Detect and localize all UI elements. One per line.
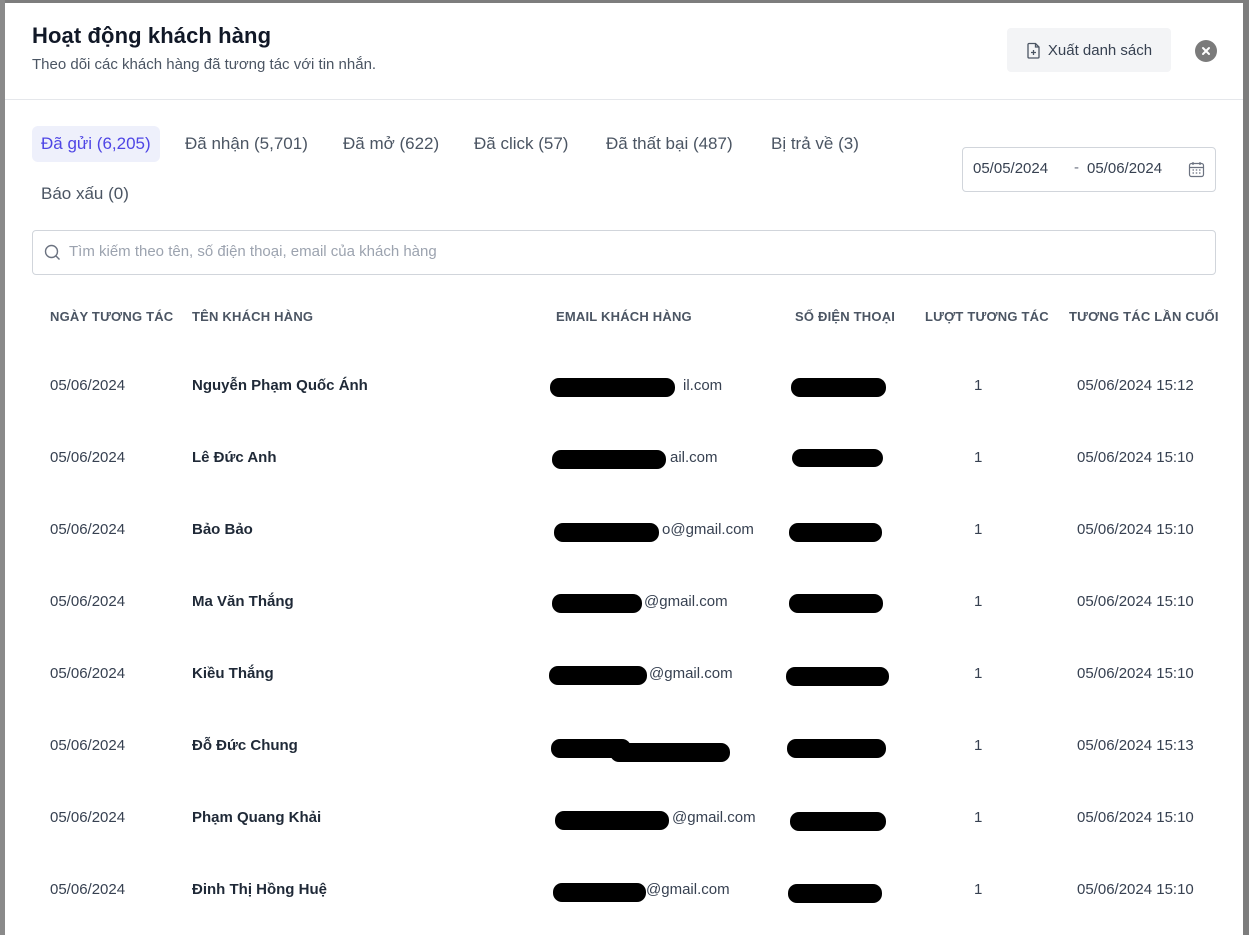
table-row[interactable]: 05/06/2024 Đỗ Đức Chung 1 05/06/2024 15:…: [32, 710, 1214, 782]
redaction-mark: [789, 594, 883, 613]
table-row[interactable]: 05/06/2024 Kiều Thắng @gmail.com 1 05/06…: [32, 638, 1214, 710]
date-from[interactable]: 05/05/2024: [973, 160, 1048, 177]
close-icon: [1202, 47, 1210, 55]
redaction-mark: [553, 883, 646, 902]
redaction-mark: [790, 812, 886, 831]
interaction-count: 1: [974, 809, 983, 826]
redaction-mark: [788, 884, 882, 903]
table-row[interactable]: 05/06/2024 Đinh Thị Hồng Huệ @gmail.com …: [32, 854, 1214, 926]
redaction-mark: [555, 811, 669, 830]
redaction-mark: [554, 523, 659, 542]
interaction-count: 1: [974, 737, 983, 754]
interaction-count: 1: [974, 449, 983, 466]
redaction-mark: [791, 378, 886, 397]
tab-received[interactable]: Đã nhận (5,701): [176, 126, 317, 162]
interaction-date: 05/06/2024: [50, 449, 126, 466]
column-header-date: NGÀY TƯƠNG TÁC: [50, 309, 174, 324]
last-interaction: 05/06/2024 15:10: [1077, 521, 1194, 538]
last-interaction: 05/06/2024 15:12: [1077, 377, 1194, 394]
date-separator: -: [1074, 159, 1079, 176]
modal-title: Hoạt động khách hàng: [32, 23, 272, 48]
modal-header: Hoạt động khách hàng Theo dõi các khách …: [5, 3, 1243, 100]
tab-failed[interactable]: Đã thất bại (487): [597, 126, 742, 162]
interaction-count: 1: [974, 665, 983, 682]
redaction-mark: [792, 449, 883, 467]
customer-name: Nguyễn Phạm Quốc Ánh: [192, 377, 368, 394]
redaction-mark: [786, 667, 889, 686]
date-to[interactable]: 05/06/2024: [1087, 160, 1162, 177]
customer-email: ail.com: [670, 449, 718, 466]
interaction-date: 05/06/2024: [50, 809, 126, 826]
customer-name: Phạm Quang Khải: [192, 809, 322, 826]
interaction-date: 05/06/2024: [50, 521, 126, 538]
interaction-count: 1: [974, 881, 983, 898]
last-interaction: 05/06/2024 15:10: [1077, 809, 1194, 826]
customer-email: o@gmail.com: [662, 521, 754, 538]
interaction-date: 05/06/2024: [50, 377, 126, 394]
customer-email: il.com: [683, 377, 723, 394]
table-row[interactable]: 05/06/2024 Ma Văn Thắng @gmail.com 1 05/…: [32, 566, 1214, 638]
interaction-date: 05/06/2024: [50, 665, 126, 682]
column-header-count: LƯỢT TƯƠNG TÁC: [925, 309, 1049, 324]
redaction-mark: [789, 523, 882, 542]
last-interaction: 05/06/2024 15:13: [1077, 737, 1194, 754]
tab-sent[interactable]: Đã gửi (6,205): [32, 126, 160, 162]
table-row[interactable]: 05/06/2024 Nguyễn Phạm Quốc Ánh il.com 1…: [32, 350, 1214, 422]
modal-subtitle: Theo dõi các khách hàng đã tương tác với…: [32, 56, 377, 73]
search-icon: [44, 244, 60, 260]
customer-email: @gmail.com: [649, 665, 733, 682]
column-header-email: EMAIL KHÁCH HÀNG: [556, 309, 692, 324]
search-input[interactable]: [69, 231, 1199, 272]
customer-name: Đinh Thị Hồng Huệ: [192, 881, 327, 898]
redaction-mark: [549, 666, 647, 685]
table-row[interactable]: 05/06/2024 Lê Đức Anh ail.com 1 05/06/20…: [32, 422, 1214, 494]
redaction-mark: [610, 743, 730, 762]
table-row[interactable]: 05/06/2024 Phạm Quang Khải @gmail.com 1 …: [32, 782, 1214, 854]
file-export-icon: [1027, 42, 1040, 59]
export-list-label: Xuất danh sách: [1047, 41, 1153, 59]
customer-name: Kiều Thắng: [192, 665, 274, 682]
export-list-button[interactable]: Xuất danh sách: [1007, 28, 1171, 72]
redaction-mark: [552, 594, 642, 613]
column-header-last-interaction: TƯƠNG TÁC LẦN CUỐI: [1069, 309, 1219, 324]
customer-name: Ma Văn Thắng: [192, 593, 294, 610]
table-row[interactable]: 05/06/2024 Bảo Bảo o@gmail.com 1 05/06/2…: [32, 494, 1214, 566]
redaction-mark: [787, 739, 886, 758]
column-header-name: TÊN KHÁCH HÀNG: [192, 309, 314, 324]
date-range-picker[interactable]: 05/05/2024 - 05/06/2024: [962, 147, 1216, 192]
customer-email: @gmail.com: [672, 809, 756, 826]
customer-email: @gmail.com: [644, 593, 728, 610]
tab-bounced[interactable]: Bị trả về (3): [762, 126, 868, 162]
interaction-date: 05/06/2024: [50, 593, 126, 610]
interaction-date: 05/06/2024: [50, 737, 126, 754]
interaction-count: 1: [974, 593, 983, 610]
tab-reported[interactable]: Báo xấu (0): [32, 176, 138, 212]
close-button[interactable]: [1195, 40, 1217, 62]
last-interaction: 05/06/2024 15:10: [1077, 593, 1194, 610]
tab-opened[interactable]: Đã mở (622): [334, 126, 448, 162]
last-interaction: 05/06/2024 15:10: [1077, 449, 1194, 466]
customer-name: Bảo Bảo: [192, 521, 253, 538]
tab-clicked[interactable]: Đã click (57): [465, 126, 577, 162]
last-interaction: 05/06/2024 15:10: [1077, 665, 1194, 682]
calendar-icon[interactable]: [1188, 161, 1205, 178]
redaction-mark: [552, 450, 666, 469]
customer-activity-modal: Hoạt động khách hàng Theo dõi các khách …: [5, 3, 1243, 935]
customer-name: Đỗ Đức Chung: [192, 737, 298, 754]
last-interaction: 05/06/2024 15:10: [1077, 881, 1194, 898]
column-header-phone: SỐ ĐIỆN THOẠI: [795, 309, 896, 324]
interaction-count: 1: [974, 521, 983, 538]
customer-name: Lê Đức Anh: [192, 449, 277, 466]
interaction-date: 05/06/2024: [50, 881, 126, 898]
customer-email: @gmail.com: [646, 881, 730, 898]
redaction-mark: [550, 378, 675, 397]
interaction-count: 1: [974, 377, 983, 394]
customer-search: [32, 230, 1216, 275]
